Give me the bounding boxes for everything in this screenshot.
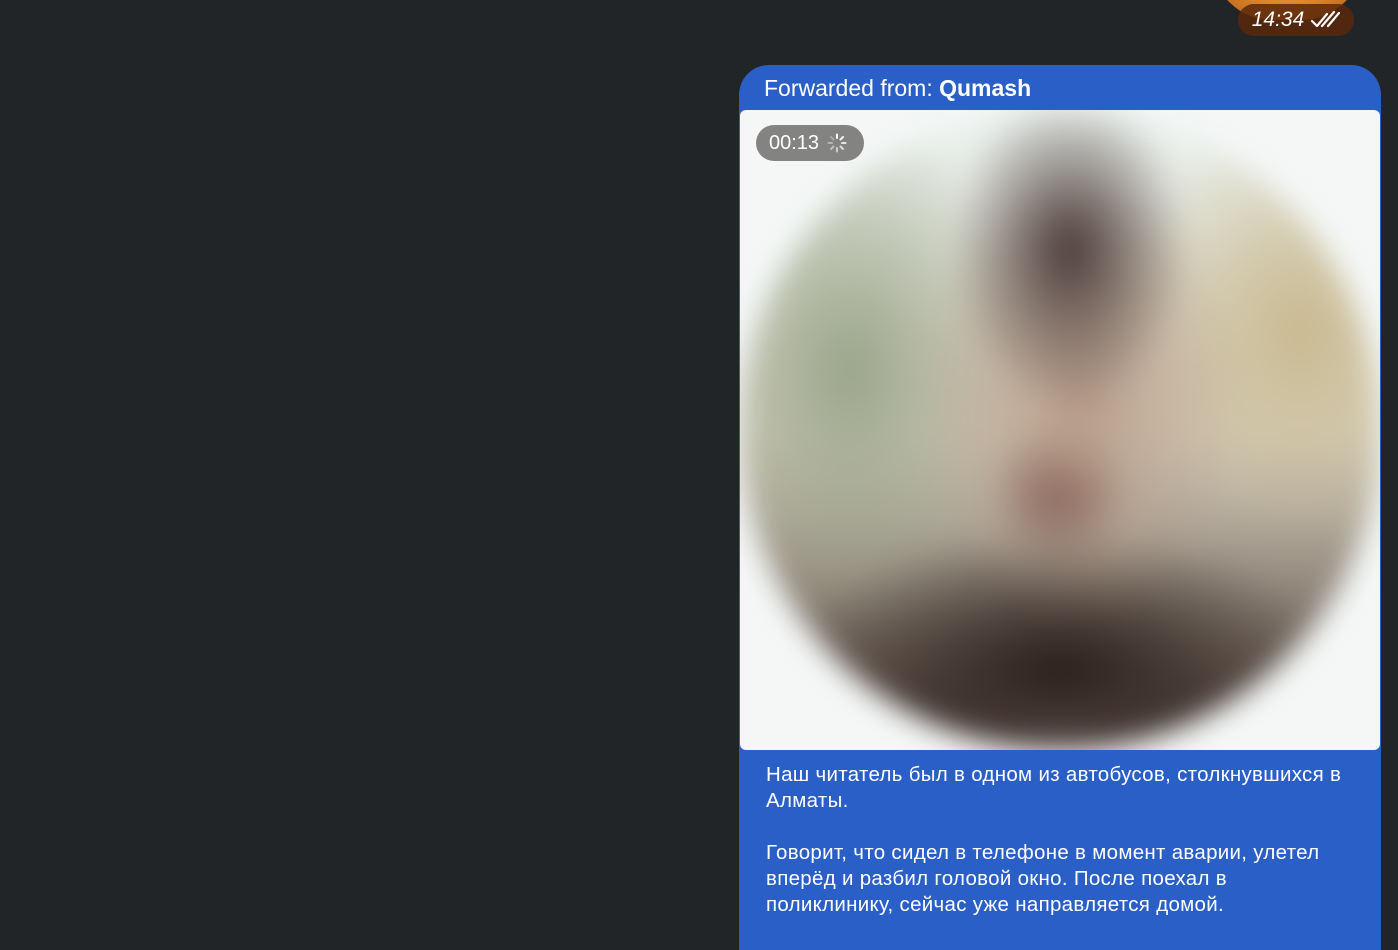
message-caption: Наш читатель был в одном из автобусов, с… bbox=[766, 762, 1346, 944]
forwarded-header[interactable]: Forwarded from: Qumash bbox=[764, 73, 1031, 103]
message-bubble[interactable]: Forwarded from: Qumash 00:13 Наш читател… bbox=[739, 65, 1381, 950]
video-duration-badge: 00:13 bbox=[756, 125, 864, 161]
spinner-icon bbox=[827, 133, 847, 153]
forwarded-source-name[interactable]: Qumash bbox=[939, 75, 1031, 101]
double-check-icon bbox=[1310, 11, 1341, 29]
caption-paragraph: Говорит, что сидел в телефоне в момент а… bbox=[766, 841, 1320, 916]
previous-message-time-badge: 14:34 bbox=[1238, 4, 1354, 36]
caption-paragraph: Наш читатель был в одном из автобусов, с… bbox=[766, 763, 1342, 812]
chat-area: 14:34 Forwarded from: Qumash 00:13 Наш ч… bbox=[0, 0, 1398, 950]
video-duration: 00:13 bbox=[769, 131, 820, 154]
forwarded-label: Forwarded from: bbox=[764, 75, 933, 101]
video-message[interactable]: 00:13 bbox=[740, 110, 1380, 750]
previous-message-time: 14:34 bbox=[1251, 8, 1305, 31]
video-thumbnail[interactable] bbox=[740, 110, 1380, 750]
